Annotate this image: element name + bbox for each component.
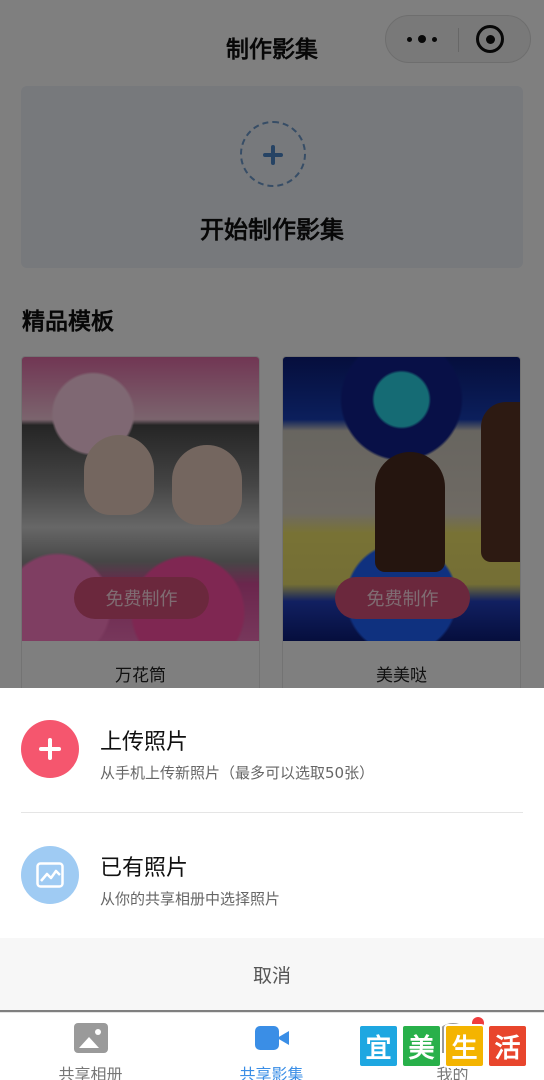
option-description: 从手机上传新照片（最多可以选取50张）: [100, 764, 375, 782]
watermark-char: 美: [401, 1024, 442, 1068]
watermark-char: 活: [487, 1024, 528, 1068]
upload-photos-option[interactable]: 上传照片 从手机上传新照片（最多可以选取50张）: [0, 688, 544, 813]
divider: [21, 812, 523, 813]
tab-shared-video-album[interactable]: 共享影集: [181, 1013, 362, 1080]
tab-shared-album[interactable]: 共享相册: [0, 1013, 181, 1080]
option-title: 已有照片: [100, 856, 189, 881]
existing-photos-option[interactable]: 已有照片 从你的共享相册中选择照片: [0, 814, 544, 938]
add-icon: [21, 720, 79, 778]
option-description: 从你的共享相册中选择照片: [100, 890, 281, 908]
watermark-char: 生: [444, 1024, 485, 1068]
tab-label: 共享影集: [239, 1065, 304, 1080]
photo-album-icon: [74, 1023, 108, 1053]
option-title: 上传照片: [100, 730, 189, 755]
watermark-logo: 宜 美 生 活: [358, 1024, 530, 1070]
watermark-char: 宜: [358, 1024, 399, 1068]
cancel-button[interactable]: 取消: [0, 938, 544, 1010]
tab-label: 共享相册: [58, 1065, 123, 1080]
video-camera-icon: [255, 1023, 289, 1053]
image-icon: [21, 846, 79, 904]
